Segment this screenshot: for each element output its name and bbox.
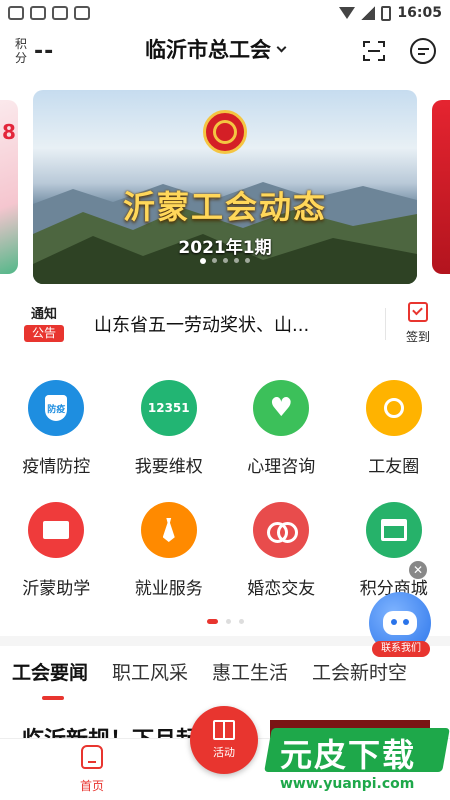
robot-icon xyxy=(383,611,417,635)
gift-icon xyxy=(213,720,235,740)
signal-icon xyxy=(361,6,376,20)
divider xyxy=(385,308,386,340)
grid-item-epidemic[interactable]: 防疫 疫情防控 xyxy=(0,380,113,502)
banner-title: 沂蒙工会动态 xyxy=(122,188,327,226)
hotline-12351-icon: 12351 xyxy=(140,380,197,436)
carousel-dot[interactable] xyxy=(245,258,250,263)
circle-icon xyxy=(365,380,422,436)
points-label: 积分 xyxy=(14,37,27,65)
carousel-dot[interactable] xyxy=(200,258,206,264)
epidemic-shield-icon: 防疫 xyxy=(28,380,85,436)
status-time: 16:05 xyxy=(397,5,442,21)
battery-icon xyxy=(381,5,392,21)
close-icon[interactable]: ✕ xyxy=(409,561,427,579)
union-emblem-icon xyxy=(203,110,247,154)
header: 积分 -- 临沂市总工会 xyxy=(0,26,450,76)
notification-icon xyxy=(74,6,90,20)
city-name: 临沂市总工会 xyxy=(145,38,271,62)
checkin-button[interactable]: 签到 xyxy=(400,300,436,345)
banner-slide[interactable]: 沂蒙工会动态 2021年1期 xyxy=(33,90,417,284)
tie-icon xyxy=(140,502,197,558)
grid-item-employment[interactable]: 就业服务 xyxy=(113,502,226,624)
feature-grid: 防疫 疫情防控 12351 我要维权 ♥ 心理咨询 工友圈 沂蒙助学 就业服务 … xyxy=(0,380,450,624)
watermark-logo: 元皮下载 www.yuanpi.com xyxy=(258,724,450,800)
tab-benefit-life[interactable]: 惠工生活 xyxy=(212,656,288,700)
page-dot xyxy=(238,619,244,624)
shop-icon xyxy=(365,502,422,558)
carousel-dot[interactable] xyxy=(234,258,239,263)
grid-item-rights[interactable]: 12351 我要维权 xyxy=(113,380,226,502)
book-hand-icon xyxy=(28,502,85,558)
carousel-dots xyxy=(33,258,417,264)
notice-text[interactable]: 山东省五一劳动奖状、山... xyxy=(94,311,309,337)
message-icon[interactable] xyxy=(410,38,436,64)
watermark-url: www.yuanpi.com xyxy=(280,776,415,792)
scan-icon[interactable] xyxy=(362,40,386,62)
status-bar: 16:05 xyxy=(0,0,450,26)
grid-item-student-aid[interactable]: 沂蒙助学 xyxy=(0,502,113,624)
page-dot xyxy=(225,619,231,624)
grid-item-label: 沂蒙助学 xyxy=(22,579,91,599)
notification-icon xyxy=(8,6,24,20)
banner-prev-slide[interactable]: 8 xyxy=(0,100,18,274)
notice-bar[interactable]: 通知 公告 山东省五一劳动奖状、山... 签到 xyxy=(0,300,450,348)
tab-union-news[interactable]: 工会要闻 xyxy=(12,656,88,700)
calendar-check-icon xyxy=(408,302,428,322)
points-display[interactable]: 积分 -- xyxy=(14,37,54,65)
home-icon xyxy=(81,745,103,769)
news-tabs: 工会要闻 职工风采 惠工生活 工会新时空 xyxy=(0,656,450,700)
prev-slide-text: 8 xyxy=(2,120,16,144)
page-dot xyxy=(206,619,218,624)
contact-label[interactable]: 联系我们 xyxy=(372,641,430,657)
grid-item-label: 婚恋交友 xyxy=(247,579,316,599)
notice-badge: 通知 公告 xyxy=(24,307,64,342)
grid-item-label: 疫情防控 xyxy=(22,457,91,477)
watermark-text: 元皮下载 xyxy=(280,736,417,774)
wifi-icon xyxy=(339,7,356,19)
activity-label: 活动 xyxy=(213,746,235,759)
carousel-dot[interactable] xyxy=(212,258,217,263)
nav-home-label: 首页 xyxy=(79,779,104,793)
city-selector[interactable]: 临沂市总工会 xyxy=(145,34,287,64)
notice-badge-top: 通知 xyxy=(30,306,57,322)
heart-pulse-icon: ♥ xyxy=(253,380,310,436)
checkin-label: 签到 xyxy=(405,330,430,344)
tab-worker-style[interactable]: 职工风采 xyxy=(112,656,188,700)
grid-item-label: 心理咨询 xyxy=(247,457,316,477)
grid-item-counseling[interactable]: ♥ 心理咨询 xyxy=(225,380,338,502)
grid-item-label: 就业服务 xyxy=(134,579,203,599)
banner-subtitle: 2021年1期 xyxy=(178,238,272,258)
activity-button[interactable]: 活动 xyxy=(190,706,258,774)
banner-next-slide[interactable] xyxy=(432,100,450,274)
rings-icon xyxy=(253,502,310,558)
notice-badge-bottom: 公告 xyxy=(24,324,64,342)
grid-item-circle[interactable]: 工友圈 xyxy=(338,380,450,502)
carousel-dot[interactable] xyxy=(223,258,228,263)
chevron-down-icon xyxy=(276,42,287,52)
grid-item-label: 工友圈 xyxy=(368,457,420,477)
points-value: -- xyxy=(34,38,55,64)
grid-item-label: 我要维权 xyxy=(134,457,203,477)
tab-union-new-era[interactable]: 工会新时空 xyxy=(312,656,407,700)
banner-carousel[interactable]: 8 沂蒙工会动态 2021年1期 xyxy=(0,90,450,284)
notification-icon xyxy=(30,6,46,20)
notification-icons xyxy=(8,6,90,20)
nav-home[interactable]: 首页 xyxy=(72,745,112,794)
grid-item-dating[interactable]: 婚恋交友 xyxy=(225,502,338,624)
notification-icon xyxy=(52,6,68,20)
